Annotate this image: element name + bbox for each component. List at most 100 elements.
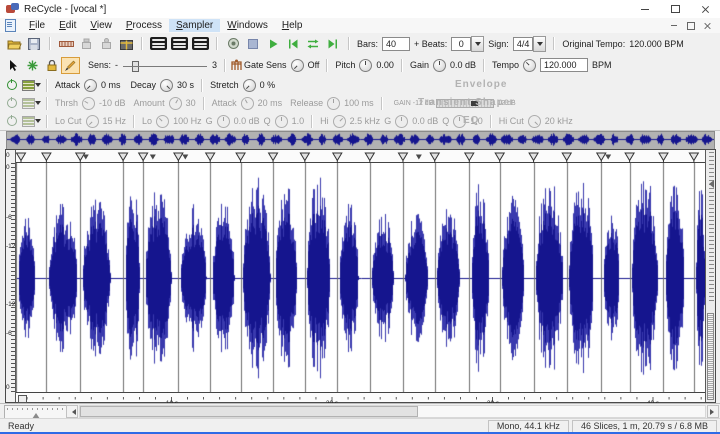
env-stretch-knob[interactable] [243,79,256,92]
lock-tool-button[interactable] [42,57,61,74]
muted-slice-marker[interactable] [150,155,156,160]
slice-marker[interactable] [76,153,85,161]
slice-marker[interactable] [42,153,51,161]
zoom-tool-button[interactable] [23,57,42,74]
vertical-zoom-strip[interactable] [705,150,715,402]
ts-release-knob[interactable] [327,97,340,110]
chevron-down-icon[interactable] [35,83,41,90]
slice-marker[interactable] [529,153,538,161]
overview-strip[interactable] [6,131,715,150]
slice-marker[interactable] [398,153,407,161]
ts-amount-knob[interactable] [169,97,182,110]
slice-marker[interactable] [430,153,439,161]
slice-marker[interactable] [174,153,183,161]
horizontal-zoom-slider[interactable] [4,405,68,419]
muted-slice-marker[interactable] [83,155,89,160]
slice-marker[interactable] [269,153,278,161]
pitch-knob[interactable] [359,59,372,72]
slice-marker[interactable] [495,153,504,161]
mdi-close-button[interactable] [699,20,716,32]
eq-lo-q-knob[interactable] [275,115,288,128]
chevron-down-icon[interactable] [35,101,41,108]
left-locator-icon[interactable] [18,395,27,403]
slice-marker[interactable] [333,153,342,161]
maximize-button[interactable] [660,0,690,18]
sens-slider[interactable] [123,61,207,70]
scroll-left-button[interactable] [66,405,78,418]
transient-preset-icon[interactable] [22,98,35,109]
muted-slice-marker[interactable] [605,155,611,160]
menu-view[interactable]: View [83,19,119,32]
pencil-tool-button[interactable] [61,57,80,74]
env-attack-knob[interactable] [84,79,97,92]
open-button[interactable] [4,36,24,52]
mdi-minimize-button[interactable] [665,20,682,32]
close-button[interactable] [690,0,720,18]
menu-process[interactable]: Process [119,19,169,32]
play-button[interactable] [263,36,283,52]
arrow-tool-button[interactable] [4,57,23,74]
mdi-restore-button[interactable] [682,20,699,32]
slice-marker[interactable] [625,153,634,161]
eq-hi-knob[interactable] [333,115,346,128]
ts-thresh-knob[interactable] [82,97,95,110]
eq-hicut-knob[interactable] [528,115,541,128]
bars-input[interactable]: 40 [382,37,410,51]
receive-button[interactable] [96,36,116,52]
ts-attack-knob[interactable] [241,97,254,110]
beats-dropdown-button[interactable] [471,36,484,52]
slice-marker[interactable] [139,153,148,161]
transient-power-icon[interactable] [7,98,17,108]
scroll-right-button[interactable] [707,405,719,418]
waveform-area[interactable] [16,163,705,393]
sign-dropdown-button[interactable] [533,36,546,52]
envelope-preset-icon[interactable] [22,80,35,91]
slice-marker[interactable] [119,153,128,161]
stop-button[interactable] [243,36,263,52]
menu-file[interactable]: File [22,19,52,32]
overview-waveform[interactable] [7,132,714,147]
view-mode-2-button[interactable] [169,36,190,52]
slice-markers[interactable] [16,151,707,163]
waveform-canvas[interactable] [16,163,707,393]
loop-button[interactable] [303,36,323,52]
menu-edit[interactable]: Edit [52,19,83,32]
slice-marker[interactable] [206,153,215,161]
tempo-knob[interactable] [523,59,536,72]
slice-marker[interactable] [659,153,668,161]
save-button[interactable] [24,36,44,52]
eq-preset-icon[interactable] [22,116,35,127]
slice-marker[interactable] [365,153,374,161]
env-decay-knob[interactable] [160,79,173,92]
menu-windows[interactable]: Windows [220,19,275,32]
slice-edit-button[interactable] [56,36,76,52]
view-mode-1-button[interactable] [148,36,169,52]
slice-marker[interactable] [465,153,474,161]
envelope-power-icon[interactable] [7,80,17,90]
view-mode-3-button[interactable] [190,36,211,52]
chevron-down-icon[interactable] [35,119,41,126]
slice-marker[interactable] [689,153,698,161]
eq-hi-g-knob[interactable] [395,115,408,128]
slice-marker[interactable] [300,153,309,161]
tempo-input[interactable]: 120.000 [540,58,588,72]
transmit-button[interactable] [76,36,96,52]
slice-marker[interactable] [597,153,606,161]
scrollbar-track[interactable] [79,405,706,418]
vertical-scroll-thumb[interactable] [707,313,714,400]
minimize-button[interactable] [630,0,660,18]
export-button[interactable] [116,36,136,52]
muted-slice-marker[interactable] [416,155,422,160]
document-icon[interactable] [5,19,16,32]
slice-ruler[interactable] [16,150,705,163]
slice-marker[interactable] [562,153,571,161]
beats-dropdown[interactable]: 0 [451,36,484,52]
gate-sens-knob[interactable] [291,59,304,72]
menu-help[interactable]: Help [275,19,310,32]
eq-lo-knob[interactable] [156,115,169,128]
next-slice-button[interactable] [323,36,343,52]
eq-locut-knob[interactable] [86,115,99,128]
preview-toggle-button[interactable] [223,36,243,52]
slice-marker[interactable] [17,153,26,161]
vertical-zoom-handle[interactable] [705,180,714,188]
